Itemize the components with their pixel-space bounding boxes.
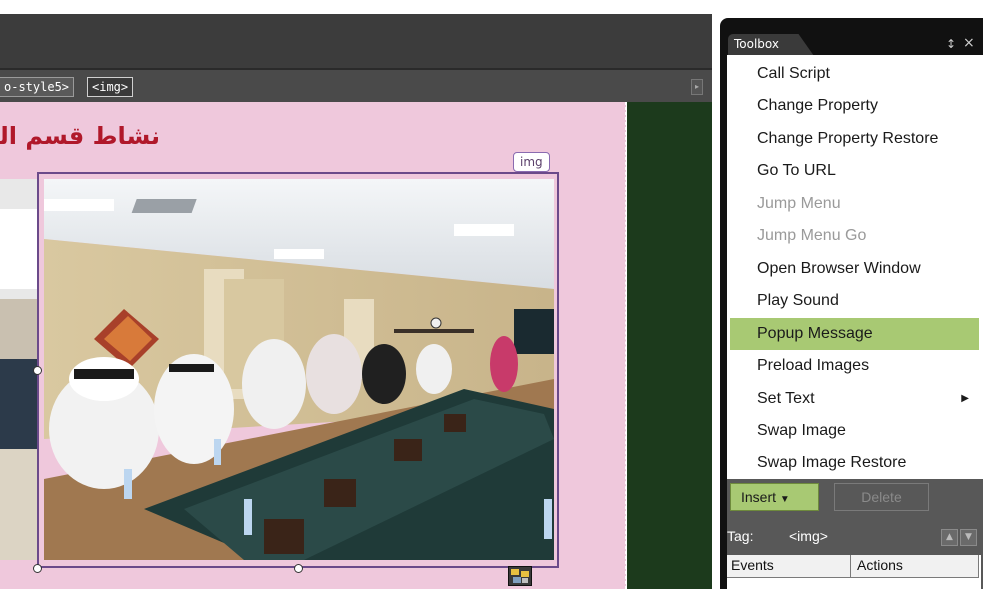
page-heading: نشاط قسم الـ: [0, 122, 160, 150]
canvas-background-right: [627, 102, 712, 589]
menu-item-call-script[interactable]: Call Script: [727, 58, 979, 90]
menu-item-set-text[interactable]: Set Text ▶: [727, 383, 979, 415]
menu-item-change-property[interactable]: Change Property: [727, 90, 979, 122]
adjacent-photo: [0, 179, 37, 560]
tagbar-scroll-right-icon[interactable]: ▸: [691, 79, 703, 95]
editor-area: o-style5> <img> ▸ نشاط قسم الـ img: [0, 0, 712, 589]
menu-item-popup-message[interactable]: Popup Message: [730, 318, 979, 350]
resize-handle-bottom-left[interactable]: [33, 564, 42, 573]
menu-item-open-browser-window[interactable]: Open Browser Window: [727, 253, 979, 285]
tag-chip-parent[interactable]: o-style5>: [0, 77, 75, 97]
insert-button[interactable]: Insert ▼: [730, 483, 819, 511]
close-icon[interactable]: ×: [963, 35, 975, 51]
move-down-icon[interactable]: ▼: [960, 529, 977, 546]
events-table: Events Actions: [727, 555, 981, 589]
delete-button[interactable]: Delete: [834, 483, 929, 511]
menu-item-swap-image[interactable]: Swap Image: [727, 415, 979, 447]
tag-selector-bar: o-style5> <img> ▸: [0, 68, 712, 102]
behavior-indicator-icon[interactable]: [508, 566, 532, 586]
tag-chip-img[interactable]: <img>: [87, 77, 134, 97]
menu-item-jump-menu: Jump Menu: [757, 195, 841, 212]
pin-icon[interactable]: ↕: [946, 37, 956, 51]
column-header-events[interactable]: Events: [727, 555, 851, 578]
tag-value: <img>: [789, 528, 828, 544]
menu-item-preload-images[interactable]: Preload Images: [727, 350, 979, 382]
menu-item-jump-menu-go: Jump Menu Go: [757, 227, 867, 244]
insert-button-label: Insert: [741, 489, 777, 505]
editor-top-bar: [0, 0, 712, 68]
dropdown-arrow-icon: ▼: [779, 494, 790, 505]
meeting-photo[interactable]: [44, 179, 554, 560]
menu-item-swap-image-restore[interactable]: Swap Image Restore: [727, 447, 979, 479]
resize-handle-bottom[interactable]: [294, 564, 303, 573]
move-up-icon[interactable]: ▲: [941, 529, 958, 546]
resize-handle-left[interactable]: [33, 366, 42, 375]
behaviors-menu: Call Script Change Property Change Prope…: [727, 55, 983, 479]
menu-item-set-text-label: Set Text: [757, 390, 815, 407]
menu-item-play-sound[interactable]: Play Sound: [727, 285, 979, 317]
tag-label: Tag:: [727, 528, 754, 544]
column-header-actions[interactable]: Actions: [851, 555, 979, 578]
menu-item-change-property-restore[interactable]: Change Property Restore: [727, 123, 979, 155]
img-label-badge: img: [513, 152, 550, 172]
submenu-arrow-icon: ▶: [961, 393, 969, 404]
menu-item-go-to-url[interactable]: Go To URL: [727, 155, 979, 187]
panel-divider: [712, 0, 720, 589]
